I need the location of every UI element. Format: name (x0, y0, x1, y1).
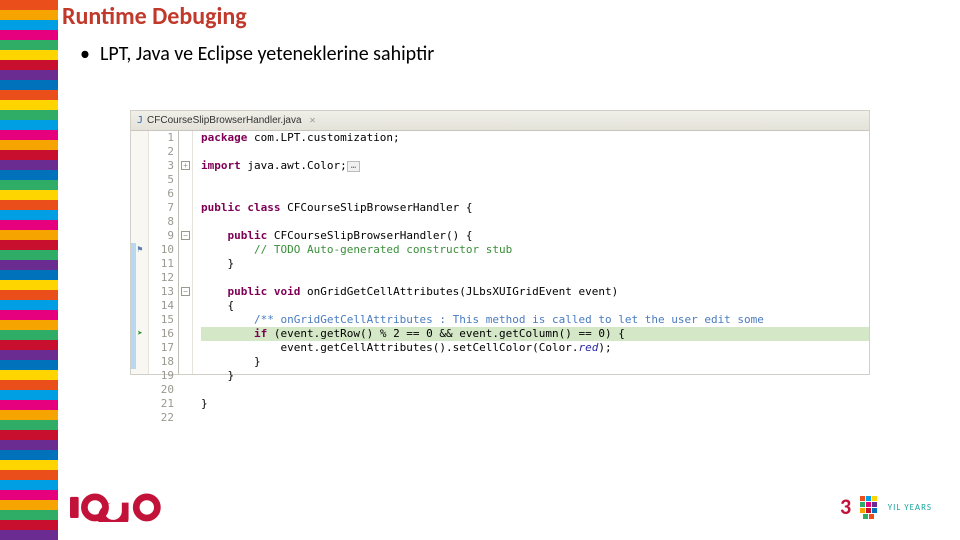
code-line[interactable]: if (event.getRow() % 2 == 0 && event.get… (201, 327, 869, 341)
line-number: 15 (149, 313, 174, 327)
line-number: 19 (149, 369, 174, 383)
bullet-text: LPT, Java ve Eclipse yeteneklerine sahip… (100, 42, 434, 66)
line-number: 2 (149, 145, 174, 159)
decorative-stripe (0, 0, 58, 540)
line-number: 21 (149, 397, 174, 411)
code-line[interactable]: /** onGridGetCellAttributes : This metho… (201, 313, 869, 327)
line-number: 6 (149, 187, 174, 201)
bullet-row: • LPT, Java ve Eclipse yeteneklerine sah… (80, 42, 434, 66)
line-number: 20 (149, 383, 174, 397)
line-number: 12 (149, 271, 174, 285)
task-marker-icon: ⚑ (133, 244, 147, 256)
code-content[interactable]: package com.LPT.customization; import jav… (193, 131, 869, 374)
code-line[interactable]: } (201, 369, 869, 383)
code-editor-panel: J CFCourseSlipBrowserHandler.java ✕ ⚑➤ 1… (130, 110, 870, 375)
code-line[interactable] (201, 215, 869, 229)
code-line[interactable] (201, 173, 869, 187)
code-line[interactable]: public CFCourseSlipBrowserHandler() { (201, 229, 869, 243)
line-number: 3 (149, 159, 174, 173)
change-bar (131, 243, 136, 369)
line-number: 17 (149, 341, 174, 355)
marker-gutter: ⚑➤ (131, 131, 149, 374)
line-number: 7 (149, 201, 174, 215)
line-number: 22 (149, 411, 174, 425)
java-file-icon: J (137, 115, 143, 126)
code-line[interactable] (201, 383, 869, 397)
logo-main (70, 493, 166, 522)
line-number: 14 (149, 299, 174, 313)
code-line[interactable]: } (201, 397, 869, 411)
code-line[interactable]: event.getCellAttributes().setCellColor(C… (201, 341, 869, 355)
line-number: 10 (149, 243, 174, 257)
line-number: 18 (149, 355, 174, 369)
code-line[interactable]: // TODO Auto-generated constructor stub (201, 243, 869, 257)
line-number: 8 (149, 215, 174, 229)
code-line[interactable] (201, 411, 869, 425)
code-line[interactable] (201, 187, 869, 201)
fold-expand-icon[interactable]: + (181, 161, 190, 170)
fold-collapse-icon[interactable]: − (181, 287, 190, 296)
line-number: 16 (149, 327, 174, 341)
code-line[interactable]: public void onGridGetCellAttributes(JLbs… (201, 285, 869, 299)
line-number-gutter: 1235678910111213141516171819202122 (149, 131, 179, 374)
line-number: 5 (149, 173, 174, 187)
slide-title: Runtime Debuging (62, 2, 247, 31)
editor-tabbar: J CFCourseSlipBrowserHandler.java ✕ (131, 111, 869, 131)
code-line[interactable]: import java.awt.Color;… (201, 159, 869, 173)
code-line[interactable]: public class CFCourseSlipBrowserHandler … (201, 201, 869, 215)
code-line[interactable]: package com.LPT.customization; (201, 131, 869, 145)
code-line[interactable] (201, 145, 869, 159)
current-line-icon: ➤ (133, 328, 147, 340)
line-number: 13 (149, 285, 174, 299)
code-line[interactable]: { (201, 299, 869, 313)
close-icon[interactable]: ✕ (310, 115, 316, 126)
code-line[interactable]: } (201, 257, 869, 271)
editor-tab-filename[interactable]: CFCourseSlipBrowserHandler.java (147, 115, 302, 126)
fold-gutter: + − − (179, 131, 193, 374)
anniversary-years-label: YIL YEARS (888, 502, 932, 513)
fold-collapse-icon[interactable]: − (181, 231, 190, 240)
line-number: 9 (149, 229, 174, 243)
code-line[interactable]: } (201, 355, 869, 369)
svg-text:3: 3 (840, 493, 851, 520)
line-number: 11 (149, 257, 174, 271)
anniversary-badge: 3 YIL YEARS (840, 492, 932, 522)
line-number: 1 (149, 131, 174, 145)
code-area: ⚑➤ 1235678910111213141516171819202122 +−… (131, 131, 869, 374)
code-line[interactable] (201, 271, 869, 285)
bullet-dot: • (80, 42, 90, 66)
